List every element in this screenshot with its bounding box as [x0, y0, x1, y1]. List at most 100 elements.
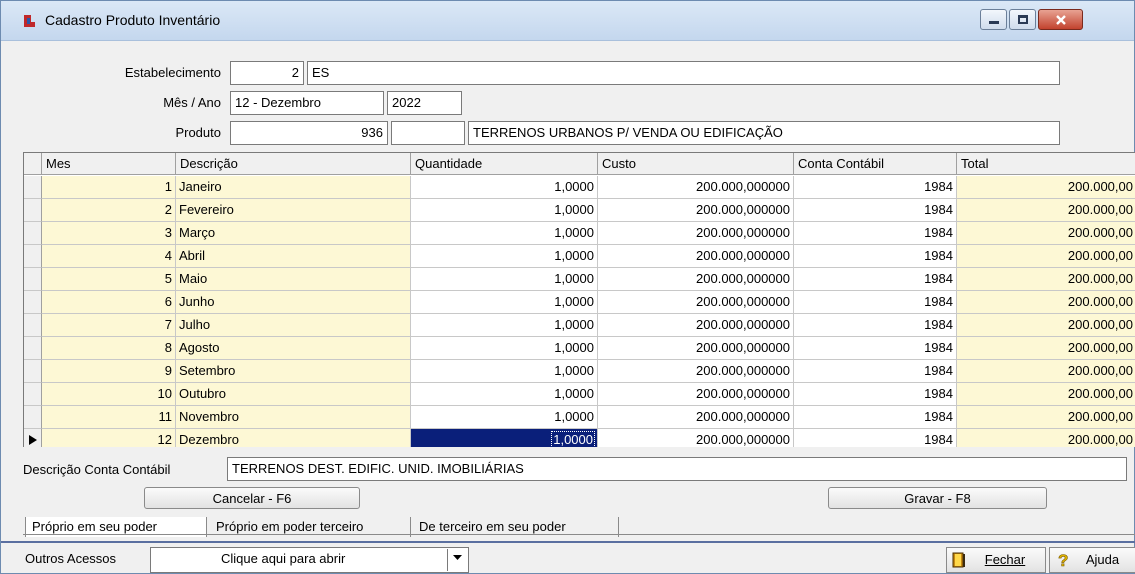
cell-mes[interactable]: 7 — [42, 314, 176, 337]
row-indicator[interactable] — [24, 222, 42, 245]
table-row[interactable]: 5 Maio 1,0000 200.000,000000 1984 200.000,00 — [24, 268, 1135, 291]
save-button[interactable]: Gravar - F8 — [828, 487, 1047, 509]
table-row[interactable]: 9 Setembro 1,0000 200.000,000000 1984 200.000… — [24, 360, 1135, 383]
minimize-button[interactable] — [980, 9, 1007, 30]
cell-custo[interactable]: 200.000,000000 — [598, 199, 794, 222]
row-indicator[interactable] — [24, 337, 42, 360]
cell-custo[interactable]: 200.000,000000 — [598, 222, 794, 245]
cell-mes[interactable]: 12 — [42, 429, 176, 447]
cell-descricao[interactable]: Fevereiro — [176, 199, 411, 222]
conta-contabil-description-field[interactable]: TERRENOS DEST. EDIFIC. UNID. IMOBILIÁRIA… — [227, 457, 1127, 481]
cell-total[interactable]: 200.000,00 — [957, 314, 1135, 337]
cell-custo[interactable]: 200.000,000000 — [598, 314, 794, 337]
maximize-button[interactable] — [1009, 9, 1036, 30]
row-indicator[interactable] — [24, 176, 42, 199]
cell-mes[interactable]: 10 — [42, 383, 176, 406]
cell-quantidade[interactable]: 1,0000 — [411, 222, 598, 245]
cell-conta-contabil[interactable]: 1984 — [794, 337, 957, 360]
table-row[interactable]: 7 Julho 1,0000 200.000,000000 1984 200.000,00 — [24, 314, 1135, 337]
row-indicator[interactable] — [24, 245, 42, 268]
cell-descricao[interactable]: Maio — [176, 268, 411, 291]
column-header-quantidade[interactable]: Quantidade — [411, 153, 598, 175]
estabelecimento-name-field[interactable]: ES — [307, 61, 1060, 85]
produto-code-field[interactable]: 936 — [230, 121, 388, 145]
outros-acessos-dropdown[interactable]: Clique aqui para abrir — [150, 547, 469, 573]
cell-quantidade[interactable]: 1,0000 — [411, 337, 598, 360]
cell-conta-contabil[interactable]: 1984 — [794, 429, 957, 447]
row-indicator[interactable] — [24, 383, 42, 406]
cell-mes[interactable]: 9 — [42, 360, 176, 383]
cell-conta-contabil[interactable]: 1984 — [794, 245, 957, 268]
cell-total[interactable]: 200.000,00 — [957, 337, 1135, 360]
cell-conta-contabil[interactable]: 1984 — [794, 268, 957, 291]
produto-description-field[interactable]: TERRENOS URBANOS P/ VENDA OU EDIFICAÇÃO — [468, 121, 1060, 145]
row-indicator[interactable] — [24, 314, 42, 337]
cell-custo[interactable]: 200.000,000000 — [598, 360, 794, 383]
cell-mes[interactable]: 4 — [42, 245, 176, 268]
produto-extra-field[interactable] — [391, 121, 465, 145]
cell-custo[interactable]: 200.000,000000 — [598, 291, 794, 314]
cell-total[interactable]: 200.000,00 — [957, 222, 1135, 245]
cell-conta-contabil[interactable]: 1984 — [794, 383, 957, 406]
table-row[interactable]: 10 Outubro 1,0000 200.000,000000 1984 200.000… — [24, 383, 1135, 406]
cell-descricao[interactable]: Junho — [176, 291, 411, 314]
ano-field[interactable]: 2022 — [387, 91, 462, 115]
column-header-mes[interactable]: Mes — [42, 153, 176, 175]
cell-conta-contabil[interactable]: 1984 — [794, 176, 957, 199]
cell-descricao[interactable]: Outubro — [176, 383, 411, 406]
cell-total[interactable]: 200.000,00 — [957, 176, 1135, 199]
cell-descricao[interactable]: Dezembro — [176, 429, 411, 447]
cell-mes[interactable]: 3 — [42, 222, 176, 245]
cell-descricao[interactable]: Janeiro — [176, 176, 411, 199]
cell-total[interactable]: 200.000,00 — [957, 406, 1135, 429]
cell-total[interactable]: 200.000,00 — [957, 383, 1135, 406]
cell-mes[interactable]: 11 — [42, 406, 176, 429]
cell-quantidade[interactable]: 1,0000 — [411, 406, 598, 429]
table-row[interactable]: 1 Janeiro 1,0000 200.000,000000 1984 200.000,… — [24, 176, 1135, 199]
cell-mes[interactable]: 2 — [42, 199, 176, 222]
column-header-descricao[interactable]: Descrição — [176, 153, 411, 175]
cell-mes[interactable]: 6 — [42, 291, 176, 314]
cell-conta-contabil[interactable]: 1984 — [794, 222, 957, 245]
cell-conta-contabil[interactable]: 1984 — [794, 406, 957, 429]
table-row[interactable]: 12 Dezembro 1,0000 200.000,000000 1984 200.00… — [24, 429, 1135, 447]
mes-field[interactable]: 12 - Dezembro — [230, 91, 384, 115]
cell-custo[interactable]: 200.000,000000 — [598, 383, 794, 406]
cell-custo[interactable]: 200.000,000000 — [598, 268, 794, 291]
cell-mes[interactable]: 1 — [42, 176, 176, 199]
cell-mes[interactable]: 8 — [42, 337, 176, 360]
cell-custo[interactable]: 200.000,000000 — [598, 406, 794, 429]
row-indicator[interactable] — [24, 199, 42, 222]
cell-quantidade[interactable]: 1,0000 — [411, 383, 598, 406]
cell-total[interactable]: 200.000,00 — [957, 245, 1135, 268]
cell-total[interactable]: 200.000,00 — [957, 268, 1135, 291]
row-indicator[interactable] — [24, 268, 42, 291]
cell-descricao[interactable]: Abril — [176, 245, 411, 268]
cell-total[interactable]: 200.000,00 — [957, 291, 1135, 314]
row-indicator[interactable] — [24, 406, 42, 429]
row-indicator[interactable] — [24, 429, 42, 447]
table-row[interactable]: 8 Agosto 1,0000 200.000,000000 1984 200.000,0… — [24, 337, 1135, 360]
cell-quantidade[interactable]: 1,0000 — [411, 360, 598, 383]
cell-conta-contabil[interactable]: 1984 — [794, 360, 957, 383]
table-row[interactable]: 6 Junho 1,0000 200.000,000000 1984 200.000,00 — [24, 291, 1135, 314]
cancel-button[interactable]: Cancelar - F6 — [144, 487, 360, 509]
row-indicator[interactable] — [24, 291, 42, 314]
close-button[interactable] — [1038, 9, 1083, 30]
cell-descricao[interactable]: Agosto — [176, 337, 411, 360]
estabelecimento-code-field[interactable]: 2 — [230, 61, 304, 85]
table-row[interactable]: 4 Abril 1,0000 200.000,000000 1984 200.000,00 — [24, 245, 1135, 268]
cell-custo[interactable]: 200.000,000000 — [598, 176, 794, 199]
cell-total[interactable]: 200.000,00 — [957, 199, 1135, 222]
cell-conta-contabil[interactable]: 1984 — [794, 314, 957, 337]
column-header-custo[interactable]: Custo — [598, 153, 794, 175]
cell-descricao[interactable]: Setembro — [176, 360, 411, 383]
cell-quantidade[interactable]: 1,0000 — [411, 176, 598, 199]
column-header-conta-contabil[interactable]: Conta Contábil — [794, 153, 957, 175]
ajuda-button[interactable]: ? Ajuda — [1049, 547, 1135, 573]
cell-quantidade[interactable]: 1,0000 — [411, 268, 598, 291]
table-row[interactable]: 3 Março 1,0000 200.000,000000 1984 200.000,00 — [24, 222, 1135, 245]
cell-custo[interactable]: 200.000,000000 — [598, 429, 794, 447]
dropdown-arrow[interactable] — [447, 549, 467, 571]
cell-quantidade[interactable]: 1,0000 — [411, 314, 598, 337]
